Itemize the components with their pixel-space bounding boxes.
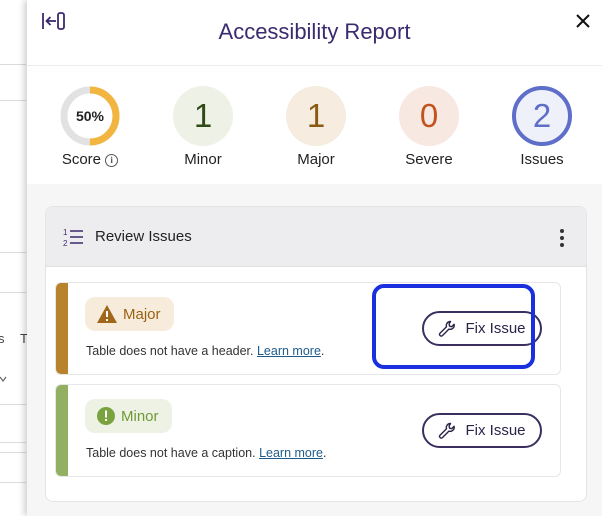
wrench-icon bbox=[439, 320, 456, 337]
score-label-text: Score bbox=[61, 151, 101, 168]
issues-count-circle: 2 bbox=[512, 86, 572, 146]
severity-stripe bbox=[56, 385, 68, 476]
fix-issue-label: Fix Issue bbox=[465, 320, 526, 337]
severe-count-circle: 0 bbox=[399, 86, 459, 146]
review-issues-card: 1 2 Review Issues Major Table does not h… bbox=[45, 206, 587, 502]
exclamation-circle-icon bbox=[97, 407, 115, 425]
issues-count: 2 Issues bbox=[505, 86, 579, 168]
issue-item: Minor Table does not have a caption. Lea… bbox=[55, 384, 561, 477]
panel-title: Accessibility Report bbox=[218, 19, 411, 44]
info-icon[interactable]: i bbox=[105, 154, 119, 167]
minor-label: Minor bbox=[184, 151, 222, 168]
doc-divider bbox=[0, 64, 26, 65]
period: . bbox=[320, 344, 325, 358]
doc-divider bbox=[0, 100, 26, 101]
panel-header: Accessibility Report bbox=[27, 0, 602, 66]
severity-label: Major bbox=[123, 305, 161, 323]
issue-item: Major Table does not have a header. Lear… bbox=[55, 282, 561, 375]
issue-description-text: Table does not have a caption. bbox=[86, 446, 256, 460]
minor-count: 1 Minor bbox=[166, 86, 240, 168]
doc-divider bbox=[0, 404, 26, 405]
doc-divider bbox=[0, 452, 26, 453]
numbered-list-icon: 1 2 bbox=[63, 228, 83, 248]
learn-more-link[interactable]: Learn more bbox=[259, 446, 323, 460]
fix-issue-label: Fix Issue bbox=[465, 422, 526, 439]
severity-stripe bbox=[56, 283, 68, 374]
minor-count-circle: 1 bbox=[173, 86, 233, 146]
severity-badge: Minor bbox=[85, 399, 172, 433]
svg-text:1: 1 bbox=[63, 228, 68, 237]
issue-description-text: Table does not have a header. bbox=[86, 344, 254, 358]
score-donut: 50% bbox=[60, 86, 120, 146]
chevron-down-icon bbox=[0, 376, 7, 382]
kebab-menu-icon bbox=[560, 229, 564, 247]
major-count-circle: 1 bbox=[286, 86, 346, 146]
severity-label: Minor bbox=[121, 407, 159, 425]
issues-label: Issues bbox=[520, 151, 564, 168]
period: . bbox=[323, 446, 327, 460]
score-value: 50% bbox=[75, 108, 105, 124]
severe-label: Severe bbox=[405, 151, 453, 168]
review-issues-title: Review Issues bbox=[95, 228, 192, 245]
review-issues-header: 1 2 Review Issues bbox=[46, 207, 586, 267]
score-summary: 50% Score i 1 Minor 1 Major 0 Severe 2 I… bbox=[27, 66, 602, 184]
issue-description: Table does not have a header. Learn more… bbox=[86, 344, 324, 358]
svg-text:2: 2 bbox=[63, 239, 68, 248]
major-count: 1 Major bbox=[279, 86, 353, 168]
doc-text: s bbox=[0, 331, 5, 346]
doc-divider bbox=[0, 482, 26, 483]
doc-divider bbox=[0, 292, 26, 293]
wrench-icon bbox=[439, 422, 456, 439]
score-label: Score i bbox=[53, 151, 127, 168]
fix-issue-button[interactable]: Fix Issue bbox=[422, 413, 542, 448]
background-document: s T bbox=[0, 0, 28, 516]
more-options-button[interactable] bbox=[554, 227, 570, 249]
doc-divider bbox=[0, 442, 26, 443]
close-button[interactable] bbox=[572, 10, 594, 32]
severe-count: 0 Severe bbox=[392, 86, 466, 168]
issue-description: Table does not have a caption. Learn mor… bbox=[86, 446, 326, 460]
close-icon bbox=[576, 14, 590, 28]
doc-divider bbox=[0, 252, 26, 253]
major-label: Major bbox=[297, 151, 335, 168]
learn-more-link[interactable]: Learn more bbox=[257, 344, 321, 358]
severity-badge: Major bbox=[85, 297, 174, 331]
accessibility-panel: Accessibility Report 50% Score i 1 Minor bbox=[27, 0, 602, 516]
warning-icon bbox=[97, 305, 117, 323]
fix-issue-button[interactable]: Fix Issue bbox=[422, 311, 542, 346]
score-item: 50% Score i bbox=[53, 86, 127, 168]
